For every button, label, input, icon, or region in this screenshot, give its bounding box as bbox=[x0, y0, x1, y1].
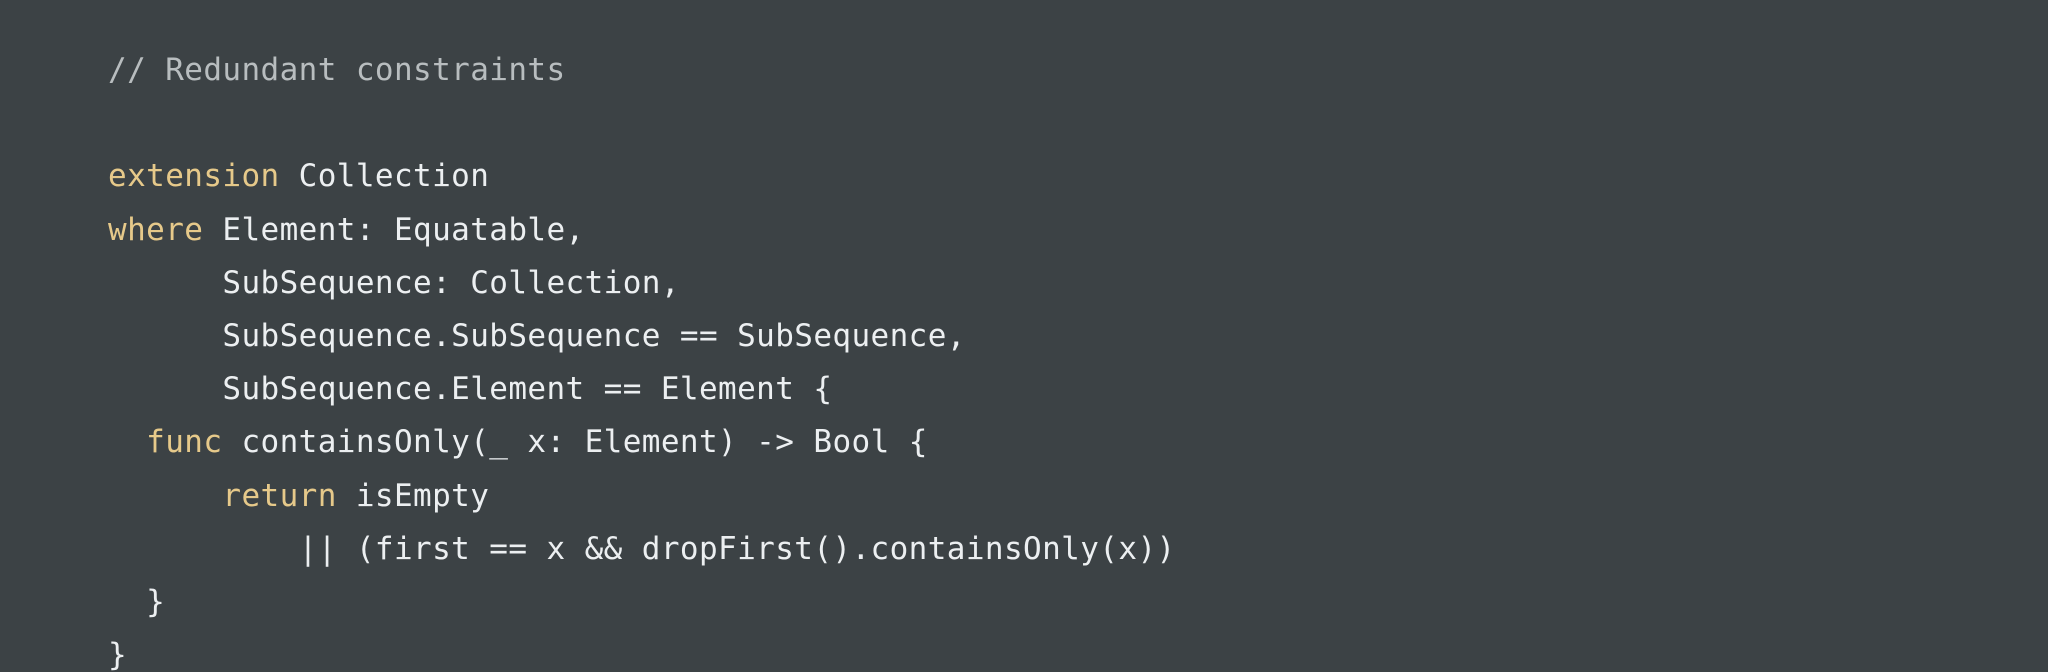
code-line: where Element: Equatable, bbox=[108, 204, 1176, 257]
code-line: } bbox=[108, 629, 1176, 672]
code-line: SubSequence.SubSequence == SubSequence, bbox=[108, 310, 1176, 363]
code-line: } bbox=[108, 576, 1176, 629]
code-keyword: where bbox=[108, 211, 204, 248]
code-slide: // Redundant constraints extension Collec… bbox=[0, 0, 2048, 672]
code-line: SubSequence.Element == Element { bbox=[108, 363, 1176, 416]
code-token: Collection bbox=[279, 158, 490, 195]
code-token: SubSequence.Element == Element { bbox=[222, 371, 833, 408]
code-token: SubSequence.SubSequence == SubSequence, bbox=[222, 317, 966, 354]
code-token: || (first == x && dropFirst().containsOn… bbox=[298, 530, 1176, 567]
code-line: // Redundant constraints bbox=[108, 44, 1176, 97]
code-line: return isEmpty bbox=[108, 470, 1176, 523]
code-line: SubSequence: Collection, bbox=[108, 257, 1176, 310]
code-line: || (first == x && dropFirst().containsOn… bbox=[108, 523, 1176, 576]
code-line: extension Collection bbox=[108, 150, 1176, 203]
code-line: func containsOnly(_ x: Element) -> Bool … bbox=[108, 416, 1176, 469]
code-token: isEmpty bbox=[336, 477, 490, 514]
code-token: SubSequence: Collection, bbox=[222, 264, 680, 301]
code-keyword: func bbox=[146, 424, 223, 461]
code-block: // Redundant constraints extension Collec… bbox=[108, 44, 1176, 672]
code-token: containsOnly(_ x: Element) -> Bool { bbox=[222, 424, 928, 461]
code-keyword: return bbox=[222, 477, 337, 514]
code-token: } bbox=[146, 583, 166, 620]
code-comment: // Redundant constraints bbox=[108, 52, 566, 88]
code-keyword: extension bbox=[108, 158, 280, 195]
code-token: Element: Equatable, bbox=[203, 211, 585, 248]
code-token: } bbox=[108, 637, 128, 672]
